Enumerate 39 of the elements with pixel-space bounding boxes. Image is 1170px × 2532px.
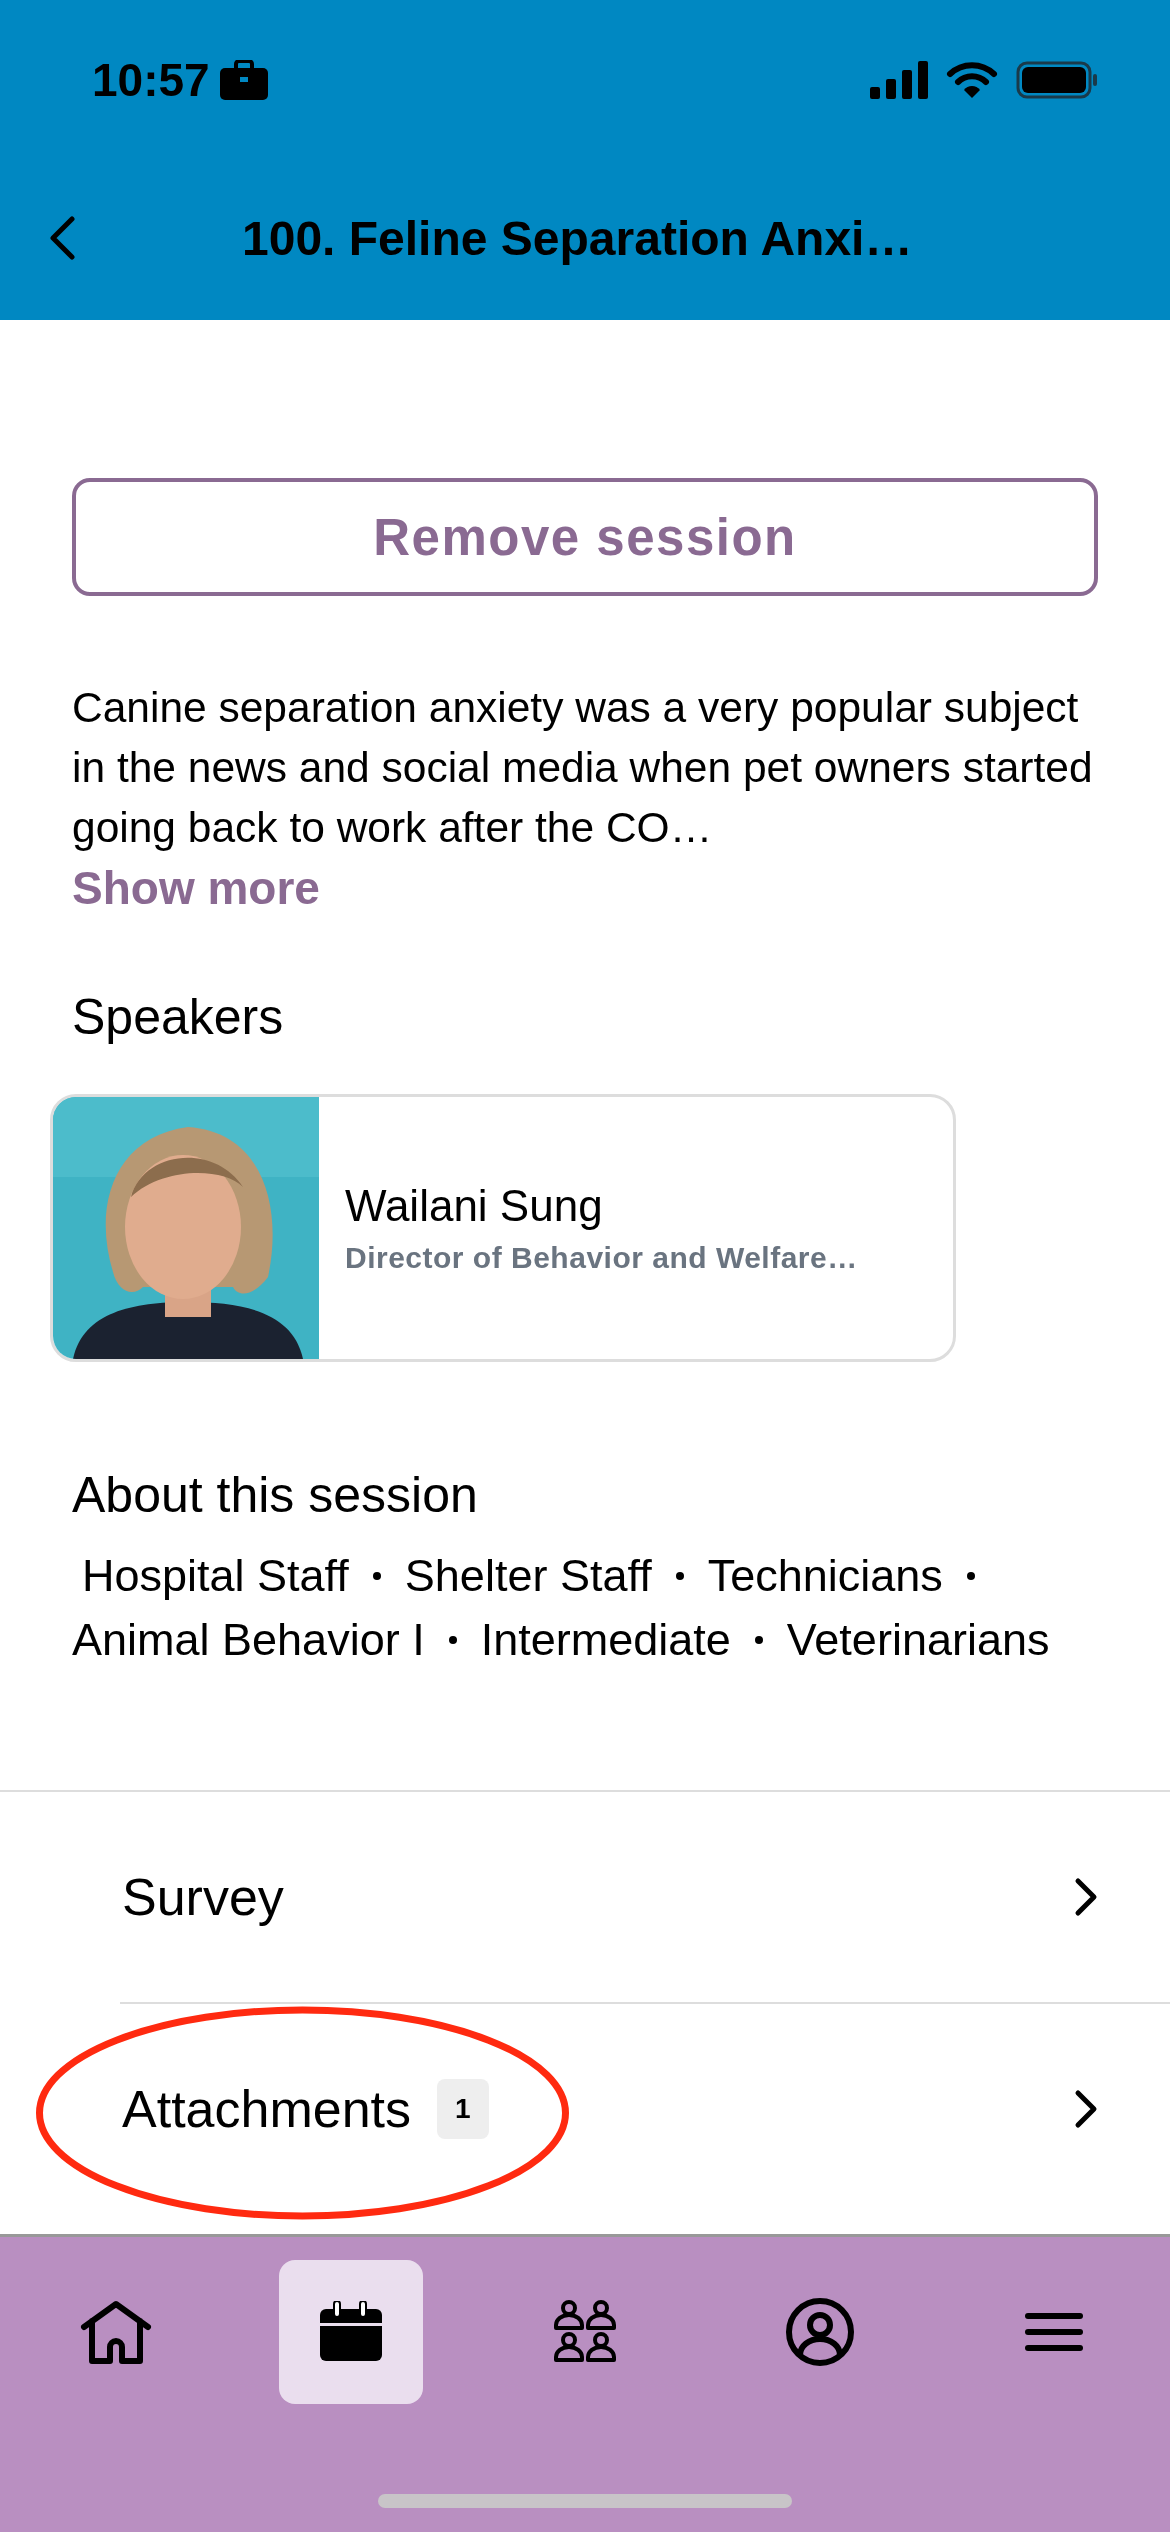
remove-session-button[interactable]: Remove session: [72, 478, 1098, 596]
audience-tag: Hospital Staff: [72, 1546, 349, 1606]
section-heading: About this session: [72, 1466, 479, 1524]
chevron-right-icon: [1074, 1877, 1098, 1917]
section-heading: Speakers: [72, 988, 285, 1046]
schedule-tab[interactable]: [278, 2260, 423, 2404]
calendar-icon: [317, 2301, 384, 2363]
menu-icon: [1024, 2312, 1084, 2352]
home-icon: [80, 2299, 152, 2365]
audience-tag: Animal Behavior I: [72, 1610, 425, 1670]
chevron-right-icon: [1074, 2089, 1098, 2129]
separator-dot: [754, 1636, 763, 1644]
battery-icon: [1016, 61, 1098, 99]
speaker-card[interactable]: Wailani Sung Director of Behavior and Welfare…: [50, 1094, 956, 1362]
separator-dot: [372, 1572, 381, 1580]
user-circle-icon: [784, 2297, 855, 2367]
list-row[interactable]: Survey: [0, 1792, 1170, 2002]
count-badge: 1: [437, 2079, 489, 2139]
audience-tag: Technicians: [707, 1546, 943, 1606]
separator-dot: [448, 1636, 457, 1644]
status-time: 10:57: [92, 53, 210, 107]
back-icon: [48, 215, 76, 261]
separator-dot: [966, 1572, 975, 1580]
separator-dot: [675, 1572, 684, 1580]
audience-tag: Veterinarians: [786, 1610, 1050, 1670]
people-group-icon: [553, 2300, 617, 2364]
speaker-name: Wailani Sung: [345, 1181, 604, 1231]
speaker-title: Director of Behavior and Welfare…: [345, 1241, 858, 1275]
row-label: Survey: [122, 1867, 284, 1927]
session-description: Canine separation anxiety was a very popular subject in the news and social media when pet owners started going back to work after the CO…: [72, 683, 1094, 853]
page-title: 100. Feline Separation Anxi…: [242, 210, 913, 266]
list-row[interactable]: Attachments 1: [120, 2002, 1170, 2214]
row-label: Attachments: [122, 2079, 412, 2139]
wifi-icon: [946, 61, 998, 99]
audience-tag: Shelter Staff: [404, 1546, 652, 1606]
audience-tag: Intermediate: [480, 1610, 731, 1670]
signal-icon: [870, 61, 928, 99]
briefcase-icon: [219, 60, 268, 100]
show-more-link[interactable]: Show more: [72, 858, 320, 918]
